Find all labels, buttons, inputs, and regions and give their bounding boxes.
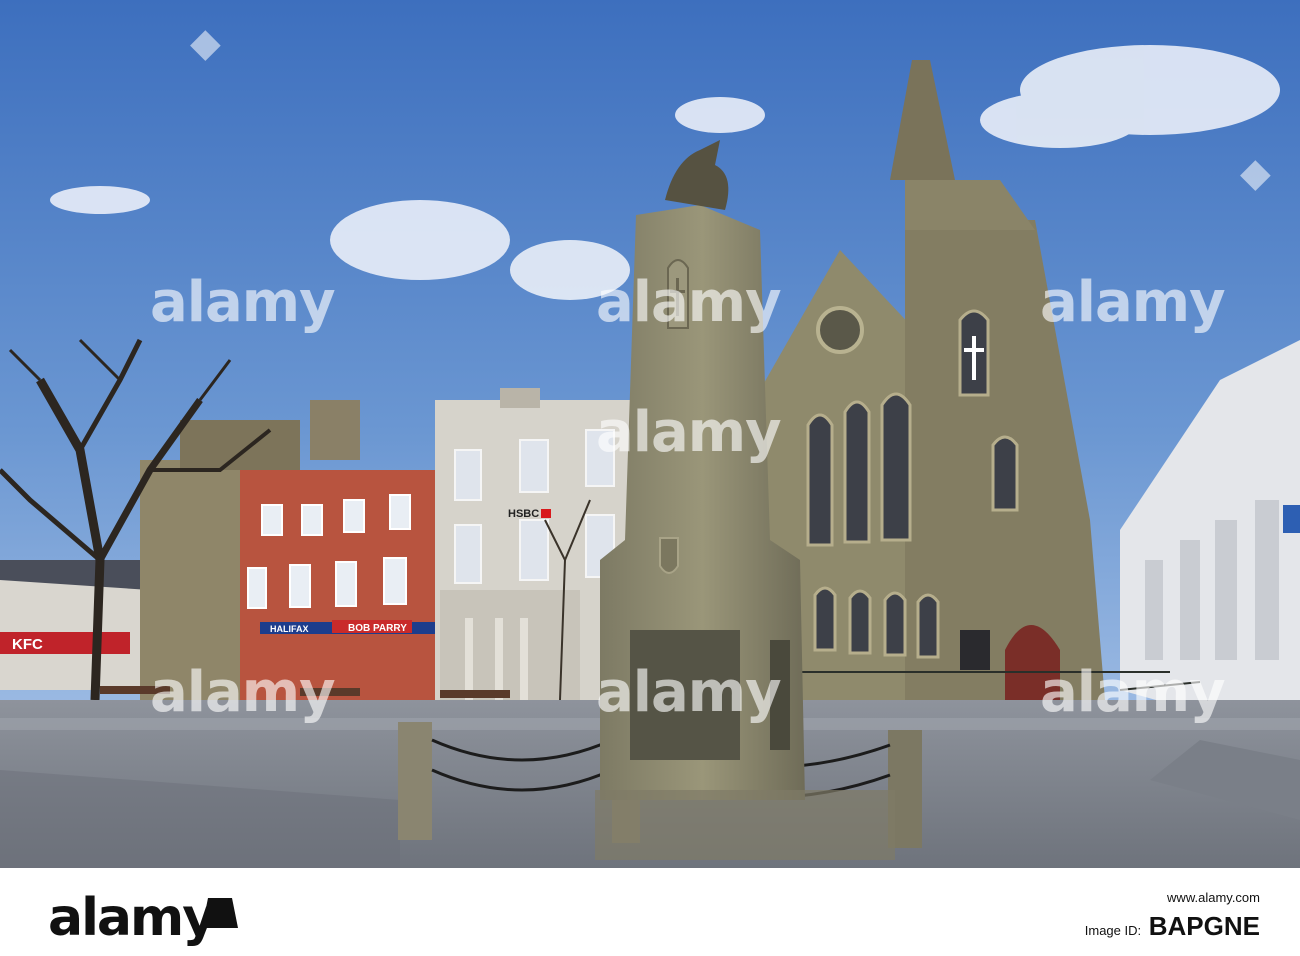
- church-notice: [960, 630, 990, 670]
- tower-cross: [972, 336, 976, 380]
- watermark-mark: ◆: [1240, 150, 1271, 196]
- image-id: BAPGNE: [1148, 911, 1260, 941]
- rose-window: [816, 306, 864, 354]
- stock-photo: KFC HALIFAX BOB PARRY HSBC alamy alamy a…: [0, 0, 1300, 868]
- site-url[interactable]: www.alamy.com: [1085, 890, 1260, 905]
- bollard-left: [398, 722, 432, 840]
- hsbc-sign-text: HSBC: [508, 508, 539, 520]
- memorial-plaque: [630, 630, 740, 760]
- stock-footer: alamy www.alamy.com Image ID: BAPGNE: [0, 868, 1300, 956]
- photo-page: KFC HALIFAX BOB PARRY HSBC alamy alamy a…: [0, 0, 1300, 956]
- image-id-label: Image ID:: [1084, 923, 1142, 938]
- watermark-mark: ◆: [190, 20, 221, 66]
- halifax-sign-text: HALIFAX: [270, 624, 309, 634]
- stone-building-left: [140, 460, 250, 700]
- memorial-shield: [659, 537, 679, 574]
- bob-parry-sign-text: BOB PARRY: [348, 623, 407, 634]
- alamy-logo[interactable]: alamy: [48, 888, 216, 948]
- hsbc-logo: [541, 509, 551, 518]
- war-memorial-photo: KFC HALIFAX BOB PARRY HSBC: [0, 0, 1300, 868]
- image-id-row: Image ID: BAPGNE: [1084, 911, 1260, 941]
- image-info: www.alamy.com Image ID: BAPGNE: [1085, 890, 1260, 942]
- alamy-mark-icon: [202, 898, 238, 928]
- kfc-sign-text: KFC: [12, 636, 43, 653]
